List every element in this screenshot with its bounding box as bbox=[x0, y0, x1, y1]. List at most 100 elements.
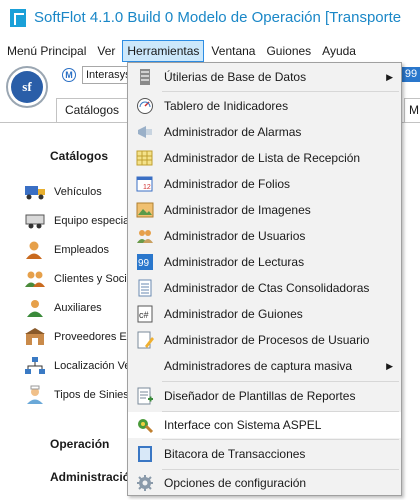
aspel-icon bbox=[136, 416, 154, 434]
menu-item-interface-aspel[interactable]: Interface con Sistema ASPEL bbox=[128, 412, 401, 438]
nav-label: Localización Ve bbox=[54, 360, 131, 372]
section-administracion[interactable]: Administració bbox=[50, 470, 130, 484]
nurse-icon bbox=[24, 385, 48, 405]
menu-item-lista-recepcion[interactable]: Administrador de Lista de Recepción bbox=[128, 145, 401, 171]
accounts-icon bbox=[136, 279, 154, 297]
nav-item-empleados[interactable]: Empleados bbox=[24, 239, 109, 261]
menu-item-opciones-configuracion[interactable]: Opciones de configuración bbox=[128, 470, 401, 496]
settings-icon bbox=[136, 474, 154, 492]
list-calendar-icon bbox=[136, 149, 154, 167]
tab-catalogos[interactable]: Catálogos bbox=[56, 98, 128, 122]
person-icon bbox=[24, 240, 48, 260]
menu-item-label: Administrador de Lista de Recepción bbox=[164, 151, 361, 165]
window-title: SoftFlot 4.1.0 Build 0 Modelo de Operaci… bbox=[34, 9, 402, 26]
process-icon bbox=[136, 331, 154, 349]
nav-item-localizacion[interactable]: Localización Ve bbox=[24, 355, 130, 377]
svg-text:99: 99 bbox=[138, 258, 150, 269]
section-operacion[interactable]: Operación bbox=[50, 437, 109, 451]
company-selector[interactable]: Interasys bbox=[82, 66, 132, 84]
menu-item-label: Administrador de Lecturas bbox=[164, 255, 305, 269]
menu-item-label: Administrador de Imagenes bbox=[164, 203, 311, 217]
nav-item-siniestros[interactable]: Tipos de Sinies bbox=[24, 384, 129, 406]
herramientas-dropdown: Útilerias de Base de Datos ▶ Tablero de … bbox=[127, 62, 402, 496]
menu-item-label: Administradores de captura masiva bbox=[164, 359, 353, 373]
menu-item-captura-masiva[interactable]: Administradores de captura masiva ▶ bbox=[128, 353, 401, 379]
svg-text:c#: c# bbox=[139, 310, 149, 320]
trailer-icon bbox=[24, 211, 48, 231]
menu-item-label: Administrador de Usuarios bbox=[164, 229, 306, 243]
menu-herramientas[interactable]: Herramientas bbox=[122, 40, 205, 62]
script-icon: c# bbox=[136, 305, 154, 323]
calendar-icon: 12 bbox=[136, 175, 154, 193]
menu-item-label: Bitacora de Transacciones bbox=[164, 447, 306, 461]
users-icon bbox=[136, 227, 154, 245]
assistant-icon bbox=[24, 298, 48, 318]
menu-item-label: Administrador de Alarmas bbox=[164, 125, 302, 139]
nav-label: Clientes y Socio bbox=[54, 273, 133, 285]
section-catalogos[interactable]: Catálogos bbox=[50, 149, 108, 163]
menu-guiones[interactable]: Guiones bbox=[262, 40, 315, 62]
nav-label: Auxiliares bbox=[54, 302, 102, 314]
nav-item-auxiliares[interactable]: Auxiliares bbox=[24, 297, 102, 319]
warehouse-icon bbox=[24, 327, 48, 347]
menu-item-label: Administrador de Procesos de Usuario bbox=[164, 333, 370, 347]
nav-label: Proveedores Ex bbox=[54, 331, 133, 343]
gauge-icon bbox=[136, 97, 154, 115]
menu-item-disenador-reportes[interactable]: Diseñador de Plantillas de Reportes bbox=[128, 383, 401, 409]
submenu-arrow-icon: ▶ bbox=[386, 71, 393, 82]
app-logo-icon bbox=[10, 9, 26, 27]
menu-principal[interactable]: Menú Principal bbox=[3, 40, 90, 62]
readings-badge-icon[interactable]: 99 bbox=[402, 67, 420, 82]
menu-item-lecturas[interactable]: 99 Administrador de Lecturas bbox=[128, 249, 401, 275]
menu-separator bbox=[162, 91, 399, 92]
menu-item-alarmas[interactable]: Administrador de Alarmas bbox=[128, 119, 401, 145]
menu-item-label: Tablero de Inidicadores bbox=[164, 99, 289, 113]
nav-item-vehiculos[interactable]: Vehículos bbox=[24, 181, 102, 203]
menu-ventana[interactable]: Ventana bbox=[207, 40, 259, 62]
alarm-icon bbox=[136, 123, 154, 141]
menu-item-procesos-usuario[interactable]: Administrador de Procesos de Usuario bbox=[128, 327, 401, 353]
report-designer-icon bbox=[136, 387, 154, 405]
m-circle-icon[interactable]: M bbox=[62, 68, 76, 82]
menu-item-ctas-consolidadoras[interactable]: Administrador de Ctas Consolidadoras bbox=[128, 275, 401, 301]
menu-item-guiones[interactable]: c# Administrador de Guiones bbox=[128, 301, 401, 327]
menu-separator bbox=[162, 381, 399, 382]
left-nav: Catálogos Vehículos Equipo especia Emple… bbox=[0, 123, 133, 500]
tab-partial-m[interactable]: M bbox=[404, 98, 420, 122]
submenu-arrow-icon: ▶ bbox=[386, 360, 393, 371]
menu-item-label: Interface con Sistema ASPEL bbox=[164, 418, 322, 432]
readings-icon: 99 bbox=[136, 253, 154, 271]
menu-item-label: Opciones de configuración bbox=[164, 476, 307, 490]
menu-item-label: Administrador de Ctas Consolidadoras bbox=[164, 281, 370, 295]
menu-item-label: Útilerias de Base de Datos bbox=[164, 70, 307, 84]
menu-bar: Menú Principal Ver Herramientas Ventana … bbox=[0, 40, 420, 62]
people-icon bbox=[24, 269, 48, 289]
title-bar: SoftFlot 4.1.0 Build 0 Modelo de Operaci… bbox=[0, 0, 420, 40]
image-icon bbox=[136, 201, 154, 219]
softflot-logo: sf bbox=[6, 66, 48, 108]
database-icon bbox=[136, 68, 154, 86]
nav-item-proveedores[interactable]: Proveedores Ex bbox=[24, 326, 132, 348]
nav-label: Vehículos bbox=[54, 186, 102, 198]
menu-item-label: Administrador de Folios bbox=[164, 177, 291, 191]
svg-text:12: 12 bbox=[143, 184, 151, 191]
menu-item-tablero[interactable]: Tablero de Inidicadores bbox=[128, 93, 401, 119]
nav-label: Equipo especia bbox=[54, 215, 130, 227]
nav-item-clientes[interactable]: Clientes y Socio bbox=[24, 268, 133, 290]
menu-item-label: Diseñador de Plantillas de Reportes bbox=[164, 389, 356, 403]
menu-item-usuarios[interactable]: Administrador de Usuarios bbox=[128, 223, 401, 249]
menu-item-imagenes[interactable]: Administrador de Imagenes bbox=[128, 197, 401, 223]
nav-label: Empleados bbox=[54, 244, 110, 256]
nav-label: Tipos de Sinies bbox=[54, 389, 129, 401]
log-icon bbox=[136, 445, 154, 463]
nav-item-equipo[interactable]: Equipo especia bbox=[24, 210, 129, 232]
menu-ayuda[interactable]: Ayuda bbox=[318, 40, 360, 62]
menu-item-bitacora[interactable]: Bitacora de Transacciones bbox=[128, 441, 401, 467]
menu-item-label: Administrador de Guiones bbox=[164, 307, 303, 321]
menu-ver[interactable]: Ver bbox=[93, 40, 119, 62]
menu-item-folios[interactable]: 12 Administrador de Folios bbox=[128, 171, 401, 197]
network-icon bbox=[24, 356, 48, 376]
softflot-logo-text: sf bbox=[11, 71, 43, 103]
menu-item-utilerias[interactable]: Útilerias de Base de Datos ▶ bbox=[128, 64, 401, 90]
truck-icon bbox=[24, 182, 48, 202]
